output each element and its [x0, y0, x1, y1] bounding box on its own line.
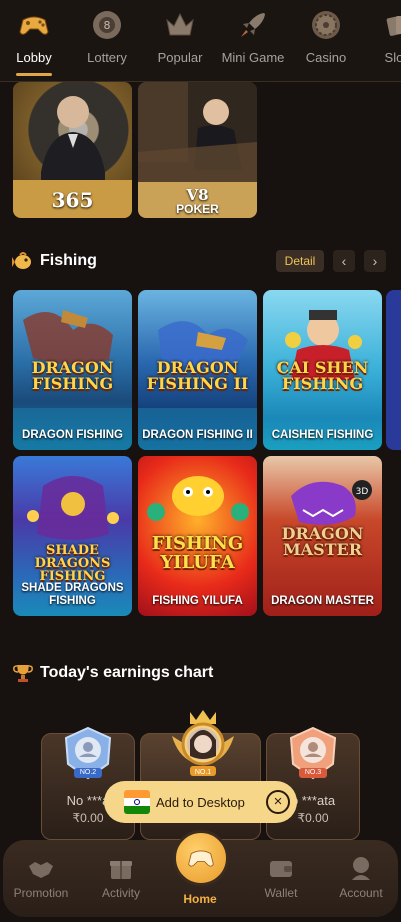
next-card-edge: [386, 290, 401, 450]
game-card-fishing-yilufa[interactable]: FISHING YILUFA FISHING YILUFA: [138, 456, 257, 616]
category-tabs: Lobby 8 Lottery Popular Mini Game Casino: [0, 0, 401, 82]
svg-text:8: 8: [104, 19, 111, 32]
tab-lottery[interactable]: 8 Lottery: [75, 0, 139, 81]
nav-home-label: Home: [183, 892, 217, 906]
fishing-detail-button[interactable]: Detail: [276, 250, 324, 272]
nav-label: Activity: [101, 886, 140, 900]
game-logo: DRAGON MASTER: [281, 524, 364, 559]
tab-mini-game[interactable]: Mini Game: [221, 0, 285, 81]
slot-cards-icon: [386, 16, 401, 36]
game-logo: CAI SHEN FISHING: [276, 358, 369, 393]
game-name: CAISHEN FISHING: [271, 429, 374, 441]
game-name: DRAGON FISHING: [22, 429, 123, 441]
india-flag-icon: [124, 790, 150, 814]
fishing-next-button[interactable]: ›: [364, 250, 386, 272]
game-name: SHADE DRAGONS FISHING: [21, 582, 124, 607]
fishing-prev-button[interactable]: ‹: [333, 250, 355, 272]
nav-account[interactable]: Account: [321, 840, 401, 917]
rank-1-badge-label: NO.1: [194, 769, 212, 776]
live-game-card-v8-poker[interactable]: V8 POKER: [138, 82, 257, 218]
wallet-icon: [270, 861, 292, 877]
earnings-section-header: Today's earnings chart: [12, 662, 213, 684]
chevron-left-icon: ‹: [341, 253, 347, 269]
tab-popular[interactable]: Popular: [148, 0, 212, 81]
crown-icon: [166, 12, 194, 36]
game-logo: DRAGON FISHING II: [146, 358, 249, 393]
tab-label: Mini Game: [221, 50, 285, 65]
add-to-desktop-banner[interactable]: Add to Desktop ×: [104, 781, 297, 823]
nav-home[interactable]: [173, 830, 229, 886]
fish-icon: [12, 252, 31, 269]
game-logo: SHADE DRAGONS FISHING: [34, 543, 111, 584]
game-card-shade-dragons-fishing[interactable]: SHADE DRAGONS FISHING SHADE DRAGONS FISH…: [13, 456, 132, 616]
tab-lobby[interactable]: Lobby: [2, 0, 66, 81]
fishing-title: Fishing: [40, 252, 97, 269]
tab-label: Popular: [157, 50, 203, 65]
tab-slots[interactable]: Slots: [367, 0, 401, 81]
game-card-dragon-fishing[interactable]: DRAGON FISHING DRAGON FISHING: [13, 290, 132, 450]
close-icon[interactable]: ×: [266, 790, 290, 814]
lottery-ball-icon: 8: [93, 11, 121, 39]
roulette-icon: [312, 11, 340, 39]
game-card-dragon-master[interactable]: 3D DRAGON MASTER DRAGON MASTER: [263, 456, 382, 616]
live-card-label-bottom: POKER: [176, 202, 219, 216]
svg-text:3D: 3D: [356, 487, 369, 497]
game-logo: DRAGON FISHING: [31, 358, 114, 393]
nav-label: Promotion: [13, 886, 69, 900]
game-name: FISHING YILUFA: [152, 595, 243, 607]
add-to-desktop-label: Add to Desktop: [156, 794, 245, 810]
live-game-card-365[interactable]: 365: [13, 82, 132, 218]
tab-casino[interactable]: Casino: [294, 0, 358, 81]
fishing-section-header: Fishing: [12, 250, 97, 272]
nav-promotion[interactable]: Promotion: [1, 840, 81, 917]
handshake-icon: [29, 862, 53, 878]
gamepad-icon: [188, 850, 214, 867]
earnings-title: Today's earnings chart: [40, 664, 214, 681]
game-card-caishen-fishing[interactable]: CAI SHEN FISHING CAISHEN FISHING: [263, 290, 382, 450]
game-logo: FISHING YILUFA: [151, 533, 244, 573]
live-card-label: 365: [51, 188, 94, 212]
gamepad-icon: [19, 16, 49, 35]
chevron-right-icon: ›: [372, 253, 378, 269]
game-name: DRAGON FISHING II: [142, 429, 253, 441]
nav-label: Wallet: [264, 886, 298, 900]
tab-label: Casino: [305, 50, 347, 65]
tab-label: Slots: [384, 50, 401, 65]
game-name: DRAGON MASTER: [271, 595, 374, 607]
rank-2-badge-label: NO.2: [79, 769, 97, 776]
nav-activity[interactable]: Activity: [81, 840, 161, 917]
user-icon: [352, 857, 370, 880]
tab-label: Lobby: [16, 50, 52, 65]
tab-label: Lottery: [87, 50, 127, 65]
rocket-icon: [241, 13, 265, 37]
game-card-dragon-fishing-2[interactable]: DRAGON FISHING II DRAGON FISHING II: [138, 290, 257, 450]
nav-label: Account: [339, 886, 383, 900]
nav-wallet[interactable]: Wallet: [241, 840, 321, 917]
gift-icon: [110, 861, 132, 879]
trophy-icon: [13, 665, 33, 682]
rank-3-badge-label: NO.3: [304, 769, 322, 776]
